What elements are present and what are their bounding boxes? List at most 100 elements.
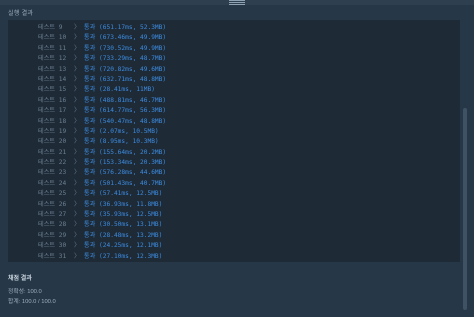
status-text: 통과 [83,211,96,219]
status-text: 통과 [83,242,96,250]
result-row: 테스트 11 〉 통과 (730.52ms, 49.9MB) [38,44,166,54]
status-text: 통과 [83,231,96,239]
status-text: 통과 [83,148,96,156]
result-row: 테스트 20 〉 통과 (8.95ms, 10.3MB) [38,137,166,147]
result-detail: (614.77ms, 56.3MB) [99,107,167,115]
result-row: 테스트 28 〉 통과 (30.50ms, 13.1MB) [38,220,166,230]
result-row: 테스트 18 〉 통과 (540.47ms, 48.8MB) [38,117,166,127]
status-text: 통과 [83,44,96,52]
result-detail: (501.43ms, 40.7MB) [99,179,167,187]
result-row: 테스트 26 〉 통과 (36.93ms, 11.8MB) [38,200,166,210]
result-detail: (488.81ms, 46.7MB) [99,96,167,104]
separator-icon: 〉 [74,252,84,260]
result-detail: (155.64ms, 20.2MB) [99,148,167,156]
test-label: 테스트 25 [38,190,67,198]
separator-icon: 〉 [74,96,84,104]
result-detail: (576.28ms, 44.6MB) [99,169,167,177]
test-label: 테스트 12 [38,55,67,63]
status-text: 통과 [83,55,96,63]
test-label: 테스트 28 [38,221,67,229]
test-label: 테스트 23 [38,169,67,177]
result-detail: (28.41ms, 11MB) [99,86,155,94]
separator-icon: 〉 [74,117,84,125]
scrollbar-thumb[interactable] [463,108,467,310]
test-label: 테스트 17 [38,107,67,115]
status-text: 통과 [83,159,96,167]
result-detail: (2.07ms, 10.5MB) [99,127,159,135]
status-text: 통과 [83,179,96,187]
result-row: 테스트 21 〉 통과 (155.64ms, 20.2MB) [38,148,166,158]
test-label: 테스트 29 [38,231,67,239]
result-row: 테스트 30 〉 통과 (24.25ms, 12.1MB) [38,241,166,251]
status-text: 통과 [83,138,96,146]
separator-icon: 〉 [74,127,84,135]
separator-icon: 〉 [74,179,84,187]
test-label: 테스트 10 [38,34,67,42]
result-row: 테스트 14 〉 통과 (632.71ms, 48.8MB) [38,75,166,85]
separator-icon: 〉 [74,221,84,229]
result-detail: (720.82ms, 49.6MB) [99,65,167,73]
accuracy-score: 정확성: 100.0 [8,289,42,295]
status-text: 통과 [83,96,96,104]
test-label: 테스트 24 [38,179,67,187]
result-row: 테스트 16 〉 통과 (488.81ms, 46.7MB) [38,96,166,106]
test-label: 테스트 18 [38,117,67,125]
top-bar [0,0,474,5]
test-label: 테스트 19 [38,127,67,135]
result-list: 테스트 9 〉 통과 (651.17ms, 52.3MB) 테스트 10 〉 통과 (… [38,23,166,262]
result-detail: (36.93ms, 11.8MB) [99,200,163,208]
result-row: 테스트 22 〉 통과 (153.34ms, 20.3MB) [38,158,166,168]
test-label: 테스트 11 [38,44,67,52]
result-detail: (24.25ms, 12.1MB) [99,242,163,250]
total-score: 합계: 100.0 / 100.0 [8,299,56,305]
status-text: 통과 [83,190,96,198]
result-row: 테스트 25 〉 통과 (57.41ms, 12.5MB) [38,189,166,199]
separator-icon: 〉 [74,242,84,250]
result-row: 테스트 10 〉 통과 (673.46ms, 49.9MB) [38,33,166,43]
resize-handle-icon[interactable] [229,0,245,5]
result-detail: (30.50ms, 13.1MB) [99,221,163,229]
result-row: 테스트 29 〉 통과 (28.48ms, 13.2MB) [38,231,166,241]
status-text: 통과 [83,107,96,115]
result-row: 테스트 19 〉 통과 (2.07ms, 10.5MB) [38,127,166,137]
separator-icon: 〉 [74,148,84,156]
test-label: 테스트 21 [38,148,67,156]
status-text: 통과 [83,169,96,177]
separator-icon: 〉 [74,55,84,63]
result-row: 테스트 23 〉 통과 (576.28ms, 44.6MB) [38,168,166,178]
result-detail: (27.10ms, 12.3MB) [99,252,163,260]
result-row: 테스트 13 〉 통과 (720.82ms, 49.6MB) [38,65,166,75]
separator-icon: 〉 [74,231,84,239]
separator-icon: 〉 [74,211,84,219]
test-label: 테스트 14 [38,75,67,83]
separator-icon: 〉 [74,190,84,198]
scrollbar[interactable] [462,20,468,312]
separator-icon: 〉 [74,24,84,31]
test-label: 테스트 15 [38,86,67,94]
result-detail: (730.52ms, 49.9MB) [99,44,167,52]
status-text: 통과 [83,75,96,83]
result-row: 테스트 17 〉 통과 (614.77ms, 56.3MB) [38,106,166,116]
separator-icon: 〉 [74,159,84,167]
separator-icon: 〉 [74,86,84,94]
output-title: 실행 결과 [8,11,34,17]
test-label: 테스트 16 [38,96,67,104]
test-label: 테스트 31 [38,252,67,260]
result-detail: (153.34ms, 20.3MB) [99,159,167,167]
separator-icon: 〉 [74,65,84,73]
status-text: 통과 [83,200,96,208]
result-row: 테스트 24 〉 통과 (501.43ms, 40.7MB) [38,179,166,189]
result-detail: (673.46ms, 49.9MB) [99,34,167,42]
result-detail: (651.17ms, 52.3MB) [99,24,167,31]
summary-title: 채점 결과 [8,276,32,282]
status-text: 통과 [83,117,96,125]
result-detail: (632.71ms, 48.8MB) [99,75,167,83]
separator-icon: 〉 [74,200,84,208]
result-row: 테스트 12 〉 통과 (733.29ms, 48.7MB) [38,54,166,64]
status-text: 통과 [83,34,96,42]
separator-icon: 〉 [74,75,84,83]
status-text: 통과 [83,65,96,73]
status-text: 통과 [83,86,96,94]
separator-icon: 〉 [74,107,84,115]
separator-icon: 〉 [74,34,84,42]
